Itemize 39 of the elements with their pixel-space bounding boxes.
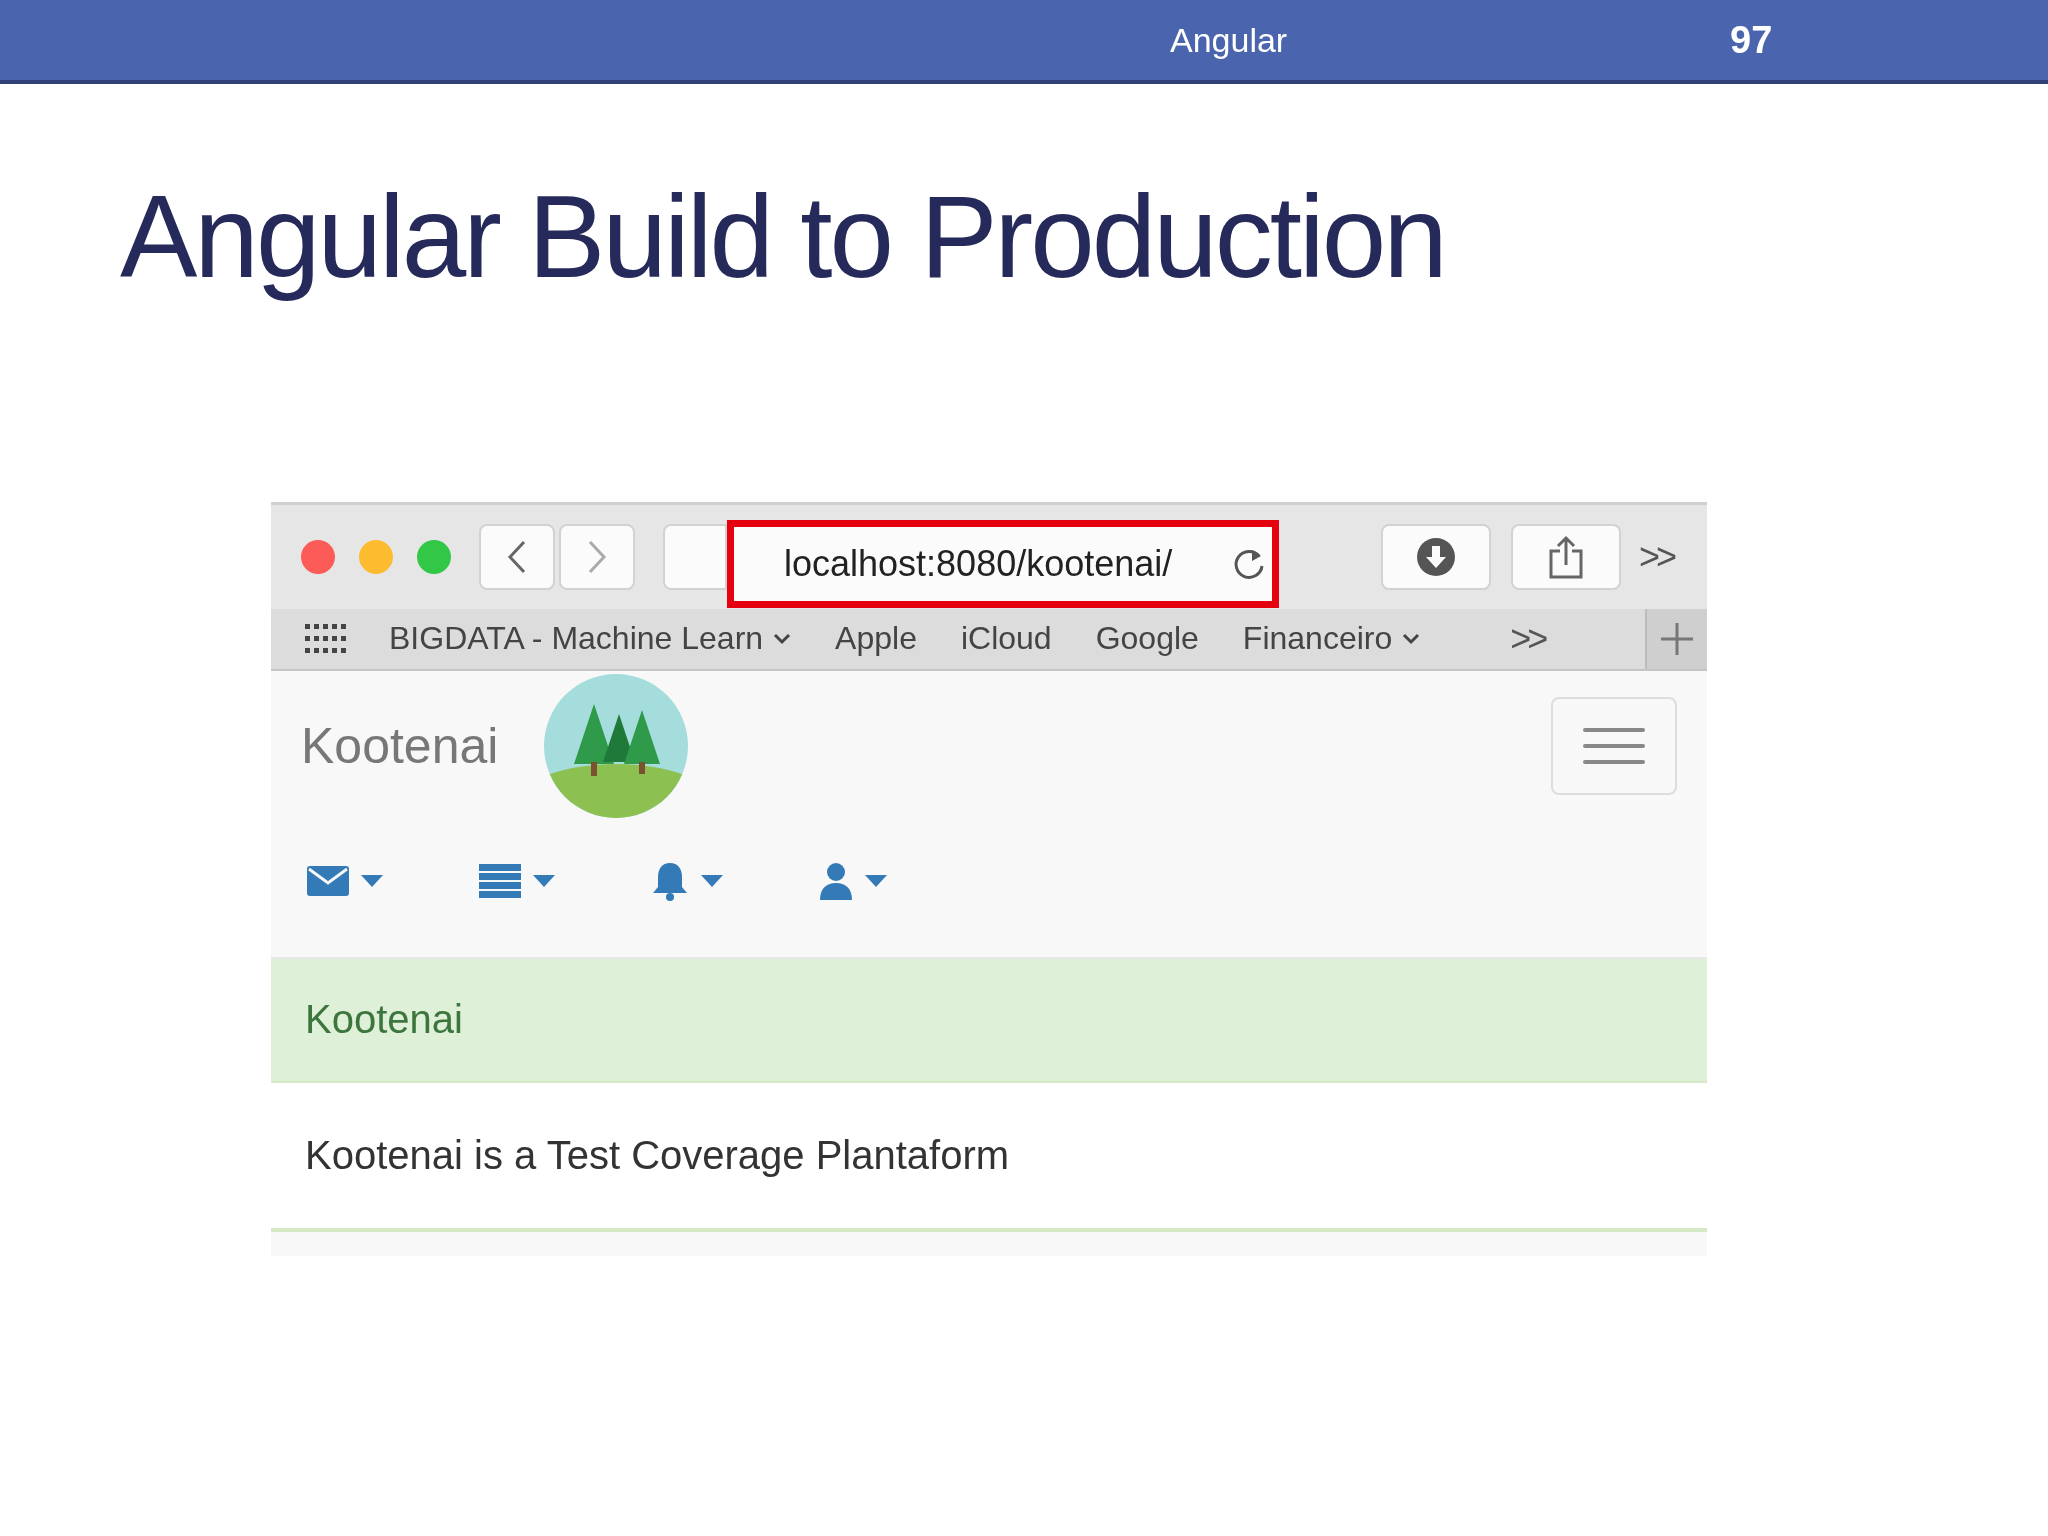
- share-button[interactable]: [1511, 523, 1621, 590]
- menu-button[interactable]: [1551, 696, 1677, 795]
- chevron-down-icon: [1402, 632, 1421, 645]
- bell-icon: [651, 860, 689, 901]
- download-icon: [1416, 536, 1456, 577]
- back-button[interactable]: [479, 523, 555, 590]
- close-icon[interactable]: [301, 539, 335, 574]
- user-icon: [819, 861, 853, 900]
- plus-icon: [1660, 621, 1694, 656]
- caret-icon: [865, 874, 887, 887]
- mail-dropdown[interactable]: [307, 865, 383, 896]
- chevron-right-icon: [587, 539, 607, 574]
- envelope-icon: [307, 865, 349, 896]
- bookmark-link[interactable]: Apple: [835, 620, 917, 658]
- user-dropdown[interactable]: [819, 861, 887, 900]
- slide-title: Angular Build to Production: [120, 174, 1446, 302]
- toolbar-overflow[interactable]: >>: [1639, 535, 1674, 578]
- bookmark-link[interactable]: Financeiro: [1242, 620, 1421, 658]
- slide-topic: Angular: [1170, 20, 1289, 60]
- caret-icon: [533, 874, 555, 887]
- brand-name[interactable]: Kootenai: [301, 716, 499, 775]
- bookmark-link[interactable]: iCloud: [960, 620, 1052, 658]
- chevron-left-icon: [507, 539, 527, 574]
- tasks-dropdown[interactable]: [479, 863, 555, 898]
- panel-heading: Kootenai: [271, 958, 1707, 1083]
- new-tab-button[interactable]: [1645, 608, 1707, 669]
- caret-icon: [361, 874, 383, 887]
- list-icon: [479, 863, 521, 898]
- bookmark-link[interactable]: Google: [1095, 620, 1199, 658]
- address-field[interactable]: localhost:8080/kootenai/: [727, 519, 1279, 608]
- chevron-down-icon: [773, 632, 792, 645]
- caret-icon: [701, 874, 723, 887]
- grid-icon[interactable]: [305, 623, 349, 654]
- bookmarks-overflow[interactable]: >>: [1510, 617, 1545, 660]
- share-icon: [1548, 534, 1584, 579]
- bookmark-link[interactable]: BIGDATA - Machine Learn: [389, 620, 792, 658]
- alerts-dropdown[interactable]: [651, 860, 723, 901]
- download-button[interactable]: [1381, 523, 1491, 590]
- page-number: 97: [1730, 18, 1773, 62]
